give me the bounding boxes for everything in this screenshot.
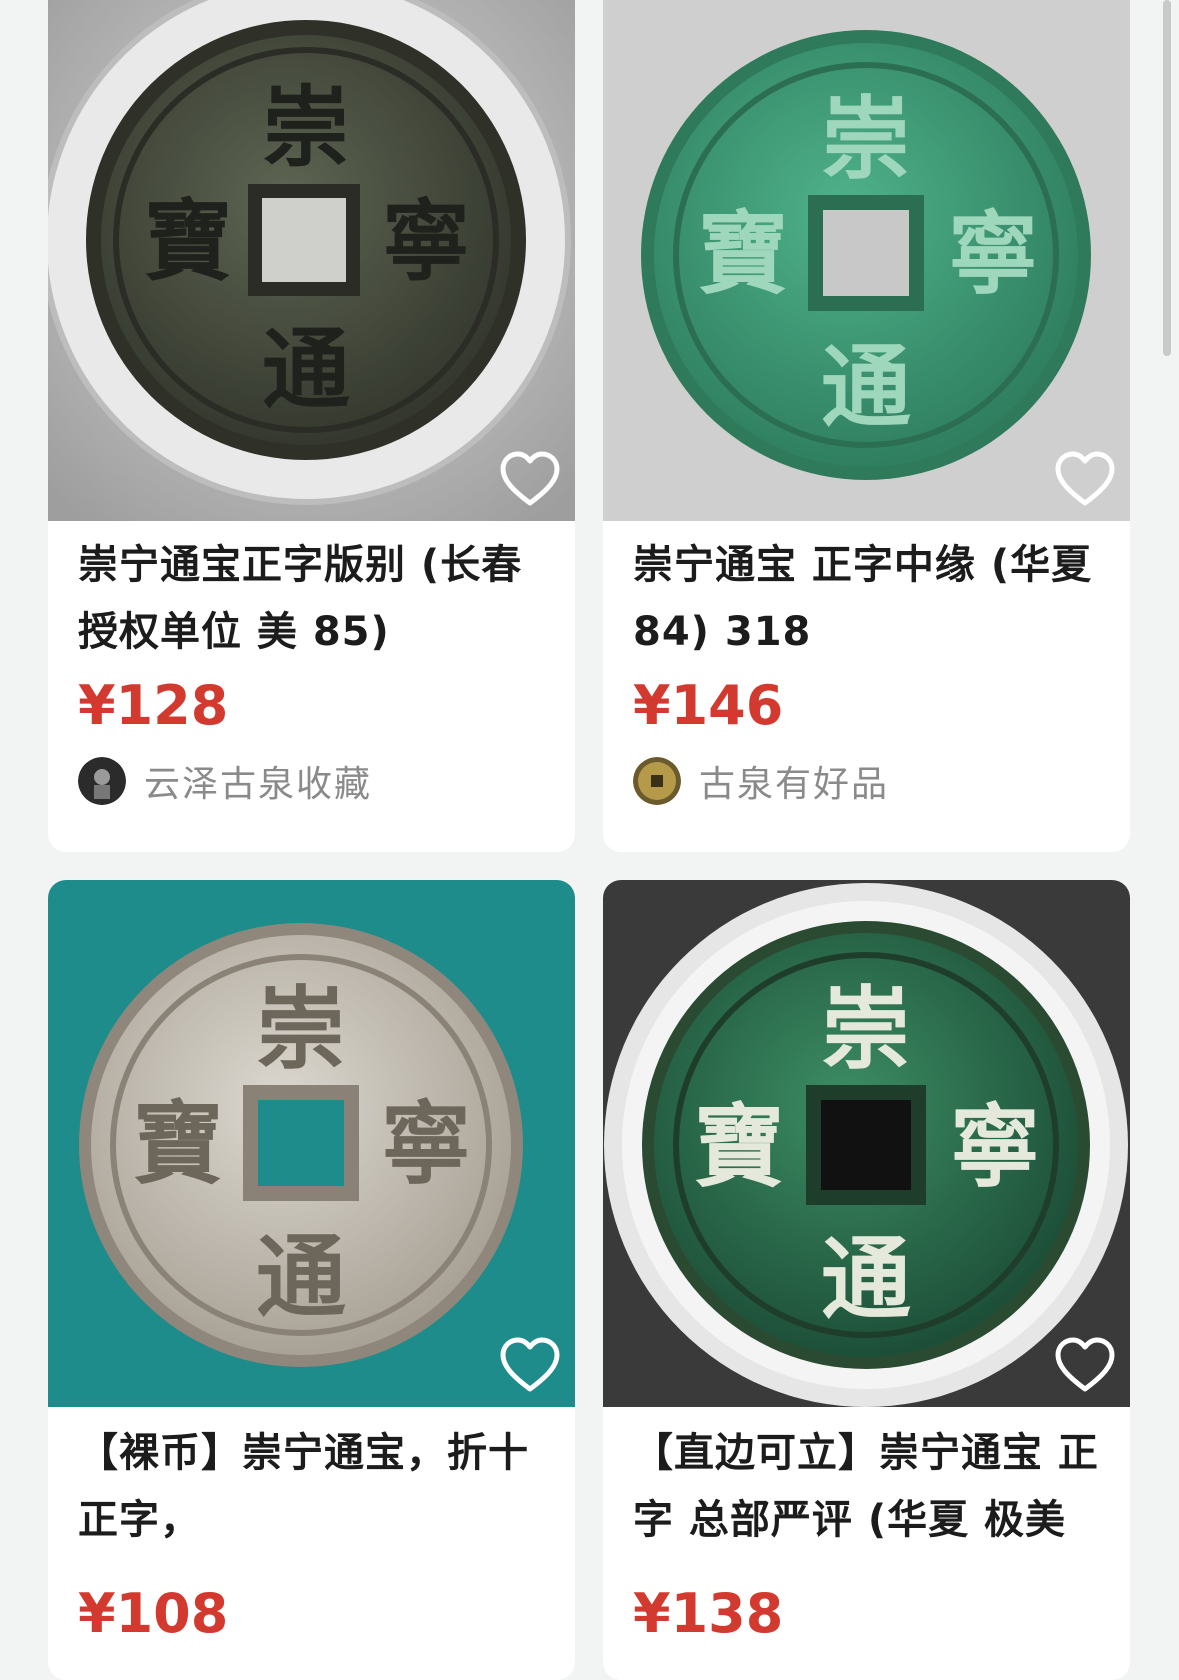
product-card[interactable]: 崇 寧 通 寶 崇宁通宝正字版别 (长春授权单位 美 85) ¥128 云泽古泉… [48,0,575,852]
product-image[interactable]: 崇 寧 通 寶 [603,880,1130,1407]
coin-char-bottom: 通 [821,335,911,440]
shop-avatar [633,757,681,805]
product-title[interactable]: 崇宁通宝正字版别 (长春授权单位 美 85) [78,532,548,666]
heart-outline-icon[interactable] [499,1337,561,1393]
coin-char-bottom: 通 [256,1225,346,1330]
coin-photo-green-patina: 崇 寧 通 寶 [603,0,1130,521]
shop-name: 古泉有好品 [699,764,890,805]
product-card[interactable]: 崇 寧 通 寶 【直边可立】崇宁通宝 正字 总部严评 (华夏 极美 ¥138 [603,880,1130,1680]
product-image[interactable]: 崇 寧 通 寶 [603,0,1130,521]
product-grid: 崇 寧 通 寶 崇宁通宝正字版别 (长春授权单位 美 85) ¥128 云泽古泉… [0,0,1179,1680]
scrollbar[interactable] [1163,0,1171,356]
product-title[interactable]: 崇宁通宝 正字中缘 (华夏 84) 318 [633,532,1103,666]
product-price: ¥138 [633,1582,784,1645]
coin-char-top: 崇 [821,87,911,192]
coin-char-right: 寧 [948,202,1038,307]
product-card[interactable]: 崇 寧 通 寶 【裸币】崇宁通宝，折十正字， ¥108 [48,880,575,1680]
product-image[interactable]: 崇 寧 通 寶 [48,880,575,1407]
coin-char-bottom: 通 [262,318,350,421]
coin-photo-dark-bronze-in-holder: 崇 寧 通 寶 [48,0,575,521]
coin-char-right: 寧 [950,1095,1040,1200]
coin-char-top: 崇 [256,977,346,1082]
shop-name: 云泽古泉收藏 [144,764,373,805]
heart-outline-icon[interactable] [1054,451,1116,507]
shop-info[interactable]: 古泉有好品 [633,756,889,806]
coin-char-top: 崇 [262,76,350,179]
coin-char-left: 寶 [698,202,788,307]
product-image[interactable]: 崇 寧 通 寶 [48,0,575,521]
product-price: ¥146 [633,674,784,737]
coin-char-top: 崇 [821,977,911,1082]
product-price: ¥128 [78,674,229,737]
product-card[interactable]: 崇 寧 通 寶 崇宁通宝 正字中缘 (华夏 84) 318 ¥146 古泉有好品 [603,0,1130,852]
coin-char-right: 寧 [382,190,470,293]
shop-info[interactable]: 云泽古泉收藏 [78,756,372,806]
coin-char-left: 寶 [144,190,232,293]
heart-outline-icon[interactable] [499,451,561,507]
heart-outline-icon[interactable] [1054,1337,1116,1393]
coin-char-left: 寶 [133,1092,223,1197]
shop-avatar [78,757,126,805]
product-title[interactable]: 【裸币】崇宁通宝，折十正字， [78,1420,548,1554]
product-price: ¥108 [78,1582,229,1645]
coin-char-right: 寧 [381,1092,471,1197]
coin-photo-silver-on-teal: 崇 寧 通 寶 [48,880,575,1407]
coin-char-bottom: 通 [821,1227,911,1332]
coin-char-left: 寶 [694,1095,784,1200]
product-title[interactable]: 【直边可立】崇宁通宝 正字 总部严评 (华夏 极美 [633,1420,1103,1554]
coin-photo-green-in-slab: 崇 寧 通 寶 [603,880,1130,1407]
